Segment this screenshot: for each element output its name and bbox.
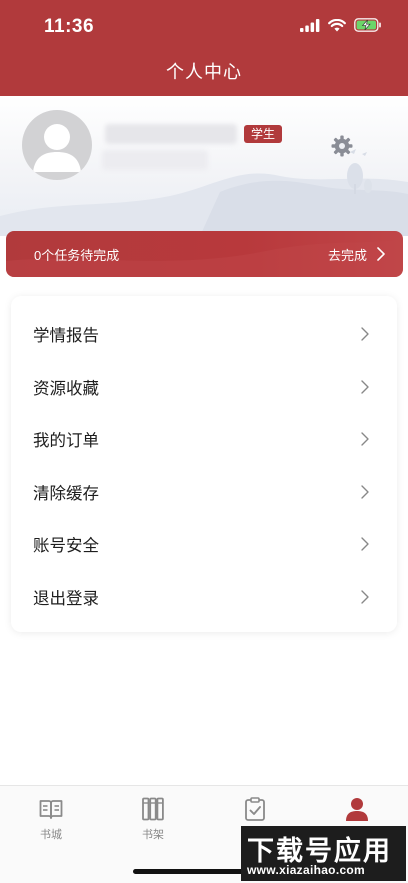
- avatar[interactable]: [22, 110, 92, 180]
- chevron-right-icon: [361, 379, 369, 394]
- menu-item-learning-report[interactable]: 学情报告: [11, 308, 397, 361]
- pending-tasks-banner[interactable]: 0个任务待完成 去完成: [6, 231, 403, 277]
- pending-tasks-text: 0个任务待完成: [34, 248, 120, 263]
- menu-item-logout[interactable]: 退出登录: [11, 571, 397, 624]
- menu-item-favorites[interactable]: 资源收藏: [11, 361, 397, 414]
- menu-item-clear-cache[interactable]: 清除缓存: [11, 466, 397, 519]
- tab-label: 书城: [40, 829, 62, 841]
- chevron-right-icon: [361, 589, 369, 604]
- menu-item-label: 退出登录: [33, 589, 99, 608]
- chevron-right-icon: [361, 537, 369, 551]
- menu-item-my-orders[interactable]: 我的订单: [11, 413, 397, 466]
- tab-label: 书架: [142, 829, 164, 841]
- role-badge: 学生: [244, 125, 283, 143]
- watermark-logo: 下载号应用 www.xiazaihao.com: [241, 826, 406, 881]
- username-blurred: [105, 124, 237, 144]
- status-time: 11:36: [44, 16, 95, 37]
- chevron-right-icon: [361, 484, 369, 499]
- wifi-icon: [328, 18, 346, 31]
- menu-item-label: 我的订单: [33, 432, 99, 451]
- bookshelf-icon: [142, 797, 164, 821]
- app-header: 11:36 个人中心: [0, 0, 408, 96]
- settings-gear-icon[interactable]: [330, 134, 354, 158]
- go-complete-link[interactable]: 去完成: [328, 245, 367, 264]
- chevron-right-icon: [361, 432, 369, 446]
- user-info-blurred: [102, 150, 208, 170]
- chevron-right-icon: [361, 327, 369, 341]
- clipboard-check-icon: [245, 797, 265, 821]
- profile-section: 学生: [0, 96, 408, 236]
- settings-menu: 学情报告 资源收藏 我的订单 清除缓存 账号安全 退出登录: [11, 296, 397, 632]
- tab-bookstore[interactable]: 书城: [0, 796, 102, 842]
- signal-icon: [300, 18, 320, 32]
- status-bar: 11:36: [0, 0, 408, 52]
- page-title: 个人中心: [166, 62, 242, 82]
- menu-item-label: 学情报告: [33, 327, 99, 346]
- book-open-icon: [39, 800, 63, 819]
- battery-charging-icon: [354, 18, 381, 32]
- menu-item-label: 资源收藏: [33, 379, 99, 398]
- menu-item-label: 账号安全: [33, 537, 99, 556]
- user-icon: [346, 798, 368, 821]
- watermark-url: www.xiazaihao.com: [247, 863, 366, 877]
- menu-item-account-security[interactable]: 账号安全: [11, 518, 397, 571]
- menu-item-label: 清除缓存: [33, 484, 99, 503]
- default-user-avatar-icon: [33, 124, 81, 172]
- status-icons: [300, 18, 382, 32]
- chevron-right-icon: [377, 247, 385, 261]
- tab-bookshelf[interactable]: 书架: [102, 796, 204, 842]
